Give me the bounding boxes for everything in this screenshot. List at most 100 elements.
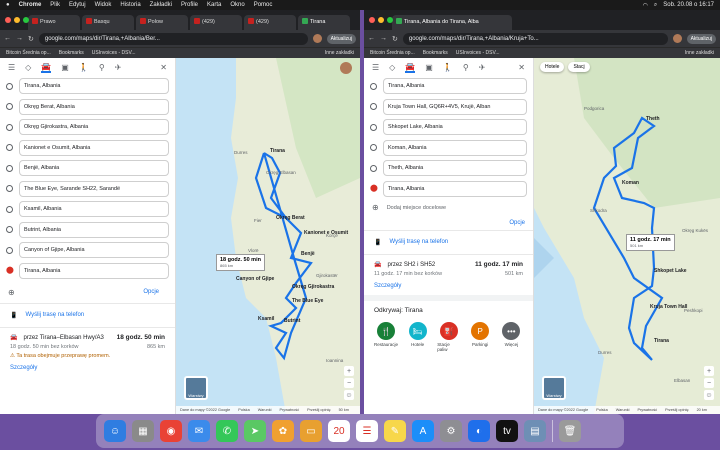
menu-item[interactable]: Karta bbox=[207, 2, 221, 8]
best-route-icon[interactable]: ◇ bbox=[25, 63, 31, 72]
chip-hotels[interactable]: Hotele bbox=[540, 62, 565, 72]
add-destination[interactable]: ⊕ Dodaj miejsce docelowe bbox=[364, 199, 533, 216]
category-gas-stations[interactable]: ⛽ Stacje paliw bbox=[437, 322, 460, 352]
footer-text[interactable]: Warunki bbox=[616, 408, 630, 412]
stop-field[interactable]: Koman, Albania bbox=[383, 139, 527, 156]
category-more[interactable]: ••• Więcej bbox=[500, 322, 523, 352]
flight-icon[interactable]: ✈ bbox=[115, 63, 122, 72]
search-icon[interactable]: ⌕ bbox=[654, 2, 657, 9]
footer-text[interactable]: Prywatność bbox=[638, 408, 658, 412]
footer-text[interactable]: Prześlij opinię bbox=[665, 408, 688, 412]
map-label[interactable]: Theth bbox=[646, 116, 660, 122]
map-label[interactable]: Tirana bbox=[654, 338, 669, 344]
browser-tab[interactable]: Prawo bbox=[28, 15, 80, 30]
apple-icon[interactable]: ● bbox=[6, 2, 10, 8]
other-bookmarks[interactable]: Inne zakładki bbox=[685, 50, 714, 56]
stop-field[interactable]: Okręg Gjirokastra, Albania bbox=[19, 119, 169, 136]
bookmark-item[interactable]: Bitcoin Średnia op... bbox=[6, 50, 51, 56]
car-icon[interactable]: 🚘 bbox=[405, 62, 416, 73]
category-restaurants[interactable]: 🍴 Restauracje bbox=[374, 322, 398, 352]
browser-tab[interactable]: Basqu bbox=[82, 15, 134, 30]
footer-text[interactable]: Polska bbox=[596, 408, 607, 412]
category-parking[interactable]: P Parkingi bbox=[469, 322, 492, 352]
stop-field[interactable]: Kanionet e Osumit, Albania bbox=[19, 139, 169, 156]
forward-icon[interactable]: → bbox=[16, 35, 23, 42]
stop-field[interactable]: Shkopet Lake, Albania bbox=[383, 119, 527, 136]
transit-icon[interactable]: ▣ bbox=[425, 63, 433, 72]
update-button[interactable]: Aktualizuj bbox=[326, 33, 356, 44]
route-time-bubble[interactable]: 18 godz. 50 min 865 km bbox=[216, 254, 265, 271]
dock-settings-icon[interactable]: ⚙ bbox=[440, 420, 462, 442]
map-label[interactable]: Ksamil bbox=[258, 316, 274, 322]
dock-reminders-icon[interactable]: ☰ bbox=[356, 420, 378, 442]
flight-icon[interactable]: ✈ bbox=[479, 63, 486, 72]
stop-field[interactable]: The Blue Eye, Sarande SH22, Sarandë bbox=[19, 180, 169, 197]
layers-button[interactable]: Warstwy bbox=[542, 376, 566, 400]
bookmark-item[interactable]: USInvoices - DSV... bbox=[456, 50, 500, 56]
dock-edge-icon[interactable]: ◐ bbox=[468, 420, 490, 442]
menu-item[interactable]: Historia bbox=[120, 2, 140, 8]
menu-item[interactable]: Plik bbox=[50, 2, 60, 8]
close-window-button[interactable] bbox=[5, 17, 11, 23]
back-icon[interactable]: ← bbox=[368, 35, 375, 42]
map-label[interactable]: Butrint bbox=[284, 318, 300, 324]
browser-tab-active[interactable]: Tirana, Albania do Tirana, Alba bbox=[392, 15, 512, 30]
menu-item[interactable]: Profile bbox=[181, 2, 198, 8]
map-view[interactable]: Hotele Stacj Theth Koman Shkopet Lake Kr… bbox=[534, 58, 720, 414]
map-view[interactable]: Tirana Okręg Elbasan Durres Okręg Berat … bbox=[176, 58, 360, 414]
dock-trash-icon[interactable]: 🗑 bbox=[559, 420, 581, 442]
menu-item[interactable]: Zakładki bbox=[150, 2, 172, 8]
stop-field[interactable]: Okręg Berat, Albania bbox=[19, 98, 169, 115]
profile-avatar[interactable] bbox=[672, 34, 682, 43]
bike-icon[interactable]: ⚲ bbox=[463, 63, 469, 72]
map-label[interactable]: Benjë bbox=[301, 251, 315, 257]
transit-icon[interactable]: ▣ bbox=[61, 63, 69, 72]
bookmark-item[interactable]: Bitcoin Średnia op... bbox=[370, 50, 415, 56]
close-window-button[interactable] bbox=[369, 17, 375, 23]
map-label[interactable]: The Blue Eye bbox=[292, 298, 323, 304]
forward-icon[interactable]: → bbox=[380, 35, 387, 42]
browser-tab[interactable]: (429) bbox=[244, 15, 296, 30]
stop-field[interactable]: Canyon of Gjipe, Albania bbox=[19, 242, 169, 259]
browser-tab[interactable]: Polow bbox=[136, 15, 188, 30]
footer-text[interactable]: Prześlij opinię bbox=[307, 408, 330, 412]
stop-field[interactable]: Benjë, Albania bbox=[19, 160, 169, 177]
zoom-out-button[interactable]: − bbox=[704, 378, 714, 388]
menu-item[interactable]: Edytuj bbox=[69, 2, 86, 8]
details-link[interactable]: Szczegóły bbox=[10, 365, 165, 371]
bookmark-item[interactable]: Bookmarks bbox=[59, 50, 84, 56]
address-bar[interactable]: google.com/maps/dir/Tirana,+Albania/Ber.… bbox=[38, 32, 308, 45]
pegman-icon[interactable]: ☺ bbox=[704, 390, 714, 400]
options-link[interactable]: Opcje bbox=[135, 285, 167, 299]
minimize-window-button[interactable] bbox=[378, 17, 384, 23]
map-label[interactable]: Kruja Town Hall bbox=[650, 304, 687, 310]
stop-field[interactable]: Ksamil, Albania bbox=[19, 201, 169, 218]
dock-maps-icon[interactable]: ➤ bbox=[244, 420, 266, 442]
map-label[interactable]: Canyon of Gjipe bbox=[236, 276, 274, 282]
map-label[interactable]: Okręg Berat bbox=[276, 215, 305, 221]
menu-icon[interactable]: ☰ bbox=[8, 63, 15, 72]
update-button[interactable]: Aktualizuj bbox=[686, 33, 716, 44]
map-label[interactable]: Shkopet Lake bbox=[654, 268, 687, 274]
add-stop-icon[interactable]: ⊕ bbox=[8, 288, 15, 297]
bookmark-item[interactable]: USInvoices - DSV... bbox=[92, 50, 136, 56]
browser-tab-active[interactable]: Tirana bbox=[298, 15, 350, 30]
map-label[interactable]: Okręg Gjirokastra bbox=[292, 284, 334, 290]
browser-tab[interactable]: (429) bbox=[190, 15, 242, 30]
pegman-icon[interactable]: ☺ bbox=[344, 390, 354, 400]
menu-item[interactable]: Pomoc bbox=[254, 2, 273, 8]
menu-icon[interactable]: ☰ bbox=[372, 63, 379, 72]
dock-preview-icon[interactable]: ▤ bbox=[524, 420, 546, 442]
minimize-window-button[interactable] bbox=[14, 17, 20, 23]
dock-apple-tv-icon[interactable]: tv bbox=[496, 420, 518, 442]
dock-notes-wallet-icon[interactable]: ▭ bbox=[300, 420, 322, 442]
zoom-out-button[interactable]: − bbox=[344, 378, 354, 388]
bookmark-item[interactable]: Bookmarks bbox=[423, 50, 448, 56]
best-route-icon[interactable]: ◇ bbox=[389, 63, 395, 72]
dock-chrome-icon[interactable]: ◉ bbox=[160, 420, 182, 442]
route-option[interactable]: 🚘 przez Tirana–Elbasan Hwy/A3 18 godz. 50… bbox=[0, 327, 175, 377]
account-avatar[interactable] bbox=[340, 62, 352, 74]
dock-notes-icon[interactable]: ✎ bbox=[384, 420, 406, 442]
menu-app-name[interactable]: Chrome bbox=[19, 2, 42, 8]
zoom-window-button[interactable] bbox=[23, 17, 29, 23]
